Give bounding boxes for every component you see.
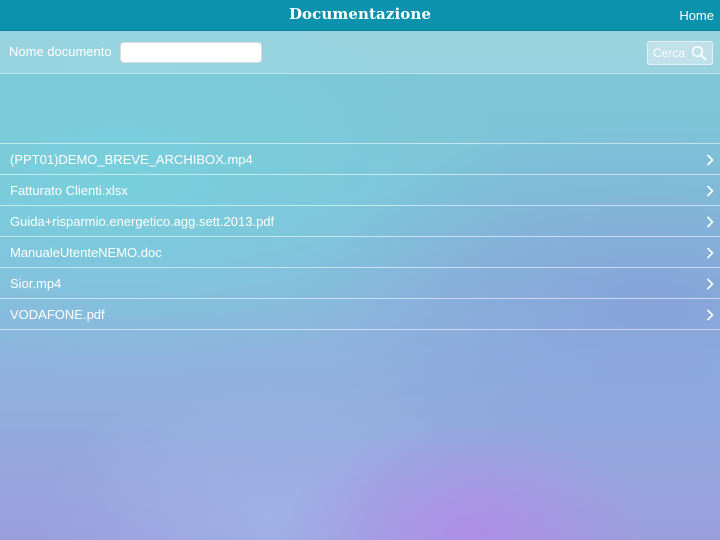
chevron-right-icon [706, 247, 714, 259]
chevron-right-icon [706, 278, 714, 290]
search-button[interactable]: Cerca [647, 41, 713, 65]
list-item[interactable]: Fatturato Clienti.xlsx [0, 175, 720, 206]
chevron-right-icon [706, 309, 714, 321]
navigation-bar: Documentazione Home [0, 0, 720, 31]
list-item[interactable]: Guida+risparmio.energetico.agg.sett.2013… [0, 206, 720, 237]
page-title: Documentazione [288, 5, 432, 23]
document-name: Guida+risparmio.energetico.agg.sett.2013… [10, 214, 275, 229]
chevron-right-icon [706, 154, 714, 166]
list-item[interactable]: ManualeUtenteNEMO.doc [0, 237, 720, 268]
document-name: ManualeUtenteNEMO.doc [10, 245, 162, 260]
list-item[interactable]: Sior.mp4 [0, 268, 720, 299]
chevron-right-icon [706, 185, 714, 197]
list-item[interactable]: (PPT01)DEMO_BREVE_ARCHIBOX.mp4 [0, 144, 720, 175]
chevron-right-icon [706, 216, 714, 228]
document-name: (PPT01)DEMO_BREVE_ARCHIBOX.mp4 [10, 152, 253, 167]
search-button-label: Cerca [652, 46, 685, 60]
list-item[interactable]: VODAFONE.pdf [0, 299, 720, 330]
document-name: Sior.mp4 [10, 276, 62, 291]
search-label: Nome documento [9, 44, 112, 59]
search-input[interactable] [120, 42, 262, 63]
document-list: (PPT01)DEMO_BREVE_ARCHIBOX.mp4 Fatturato… [0, 143, 720, 330]
search-bar: Nome documento Cerca [0, 31, 720, 74]
document-name: VODAFONE.pdf [10, 307, 105, 322]
home-button[interactable]: Home [679, 0, 714, 30]
document-name: Fatturato Clienti.xlsx [10, 183, 128, 198]
search-icon [691, 45, 707, 61]
